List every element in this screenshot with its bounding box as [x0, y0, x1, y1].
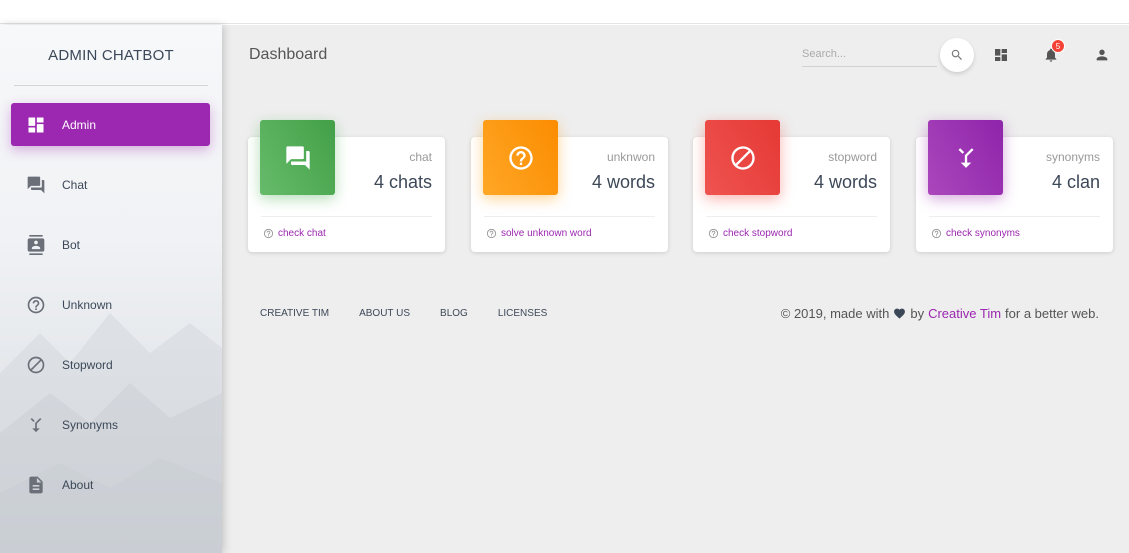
help-circle-icon	[263, 228, 274, 239]
footer-link-licenses[interactable]: LICENSES	[498, 308, 547, 319]
page-footer: CREATIVE TIM ABOUT US BLOG LICENSES © 20…	[222, 305, 1129, 325]
copyright-by: by	[910, 306, 925, 321]
card-divider	[261, 216, 432, 217]
dashboard-icon	[26, 115, 46, 135]
navbar: Dashboard 5	[222, 25, 1129, 85]
help-circle-icon	[26, 295, 46, 315]
card-footer-text[interactable]: check synonyms	[946, 228, 1020, 239]
card-footer-link[interactable]: solve unknown word	[486, 228, 592, 239]
card-category: stopword	[828, 150, 877, 164]
card-footer-text[interactable]: check chat	[278, 228, 326, 239]
card-icon-box	[705, 120, 780, 195]
block-icon	[730, 145, 755, 170]
card-icon-box	[928, 120, 1003, 195]
copyright: © 2019, made with by Creative Tim for a …	[781, 306, 1099, 321]
contact-card-icon	[26, 234, 46, 255]
sidebar-item-unknown[interactable]: Unknown	[11, 283, 210, 326]
footer-link-blog[interactable]: BLOG	[440, 308, 468, 319]
document-icon	[26, 475, 46, 495]
sidebar-item-bot[interactable]: Bot	[11, 223, 210, 266]
dashboard-icon	[995, 49, 1007, 61]
card-footer-link[interactable]: check stopword	[708, 228, 792, 239]
search-button[interactable]	[940, 38, 974, 72]
chat-icon	[26, 175, 46, 195]
sidebar-item-label: Stopword	[62, 357, 113, 372]
notifications-button[interactable]: 5	[1041, 39, 1065, 65]
card-icon-box	[483, 120, 558, 195]
card-category: synonyms	[1045, 150, 1100, 164]
help-circle-icon	[508, 145, 533, 170]
card-value: 4 clan	[1051, 172, 1100, 192]
sidebar-item-synonyms[interactable]: Synonyms	[11, 403, 210, 446]
card-footer-text[interactable]: check stopword	[723, 228, 792, 239]
browser-top-strip	[0, 0, 1129, 24]
sidebar-item-label: Admin	[62, 117, 97, 132]
card-footer-link[interactable]: check chat	[263, 228, 326, 239]
card-divider	[484, 216, 655, 217]
sidebar-item-label: Unknown	[62, 297, 113, 312]
card-value: 4 words	[813, 172, 877, 192]
stat-card-unknown: unknwon 4 words solve unknown word	[471, 120, 668, 252]
copyright-suffix: for a better web.	[1005, 306, 1099, 321]
stat-card-synonyms: synonyms 4 clan check synonyms	[916, 120, 1113, 252]
forum-icon	[285, 145, 310, 170]
help-circle-icon	[486, 228, 497, 239]
help-circle-icon	[931, 228, 942, 239]
sidebar-item-label: About	[62, 477, 94, 492]
search-field	[802, 43, 937, 67]
card-value: 4 chats	[373, 172, 432, 192]
card-divider	[706, 216, 877, 217]
card-footer-text[interactable]: solve unknown word	[501, 228, 592, 239]
person-icon	[1096, 49, 1108, 61]
card-icon-box	[260, 120, 335, 195]
merge-icon	[958, 147, 973, 168]
notification-badge: 5	[1051, 39, 1065, 53]
sidebar-item-chat[interactable]: Chat	[11, 163, 210, 206]
page-title[interactable]: Dashboard	[249, 46, 327, 64]
merge-icon	[26, 415, 46, 435]
sidebar-item-about[interactable]: About	[11, 463, 210, 506]
footer-link-about-us[interactable]: ABOUT US	[359, 308, 410, 319]
footer-link-creative-tim[interactable]: CREATIVE TIM	[260, 308, 329, 319]
block-icon	[26, 355, 46, 375]
stat-card-stopword: stopword 4 words check stopword	[693, 120, 890, 252]
sidebar-item-label: Bot	[62, 237, 81, 252]
heart-icon	[894, 308, 906, 319]
card-category: chat	[409, 150, 432, 164]
dashboard-button[interactable]	[991, 45, 1011, 65]
stat-card-chat: chat 4 chats check chat	[248, 120, 445, 252]
sidebar-item-label: Chat	[62, 177, 88, 192]
footer-links: CREATIVE TIM ABOUT US BLOG LICENSES	[260, 308, 577, 319]
card-divider	[929, 216, 1100, 217]
sidebar-item-label: Synonyms	[62, 417, 119, 432]
search-input[interactable]	[802, 43, 937, 65]
sidebar-nav: Admin Chat Bot Unknown Stopword Synonyms…	[0, 86, 222, 506]
sidebar: ADMIN CHATBOT Admin Chat Bot Unknown Sto…	[0, 25, 222, 553]
user-button[interactable]	[1092, 45, 1112, 65]
sidebar-item-admin[interactable]: Admin	[11, 103, 210, 146]
search-icon	[951, 49, 962, 60]
main-panel: Dashboard 5 chat 4 chats check chat	[222, 25, 1129, 553]
card-category: unknwon	[606, 150, 655, 164]
help-circle-icon	[708, 228, 719, 239]
sidebar-item-stopword[interactable]: Stopword	[11, 343, 210, 386]
copyright-prefix: © 2019, made with	[780, 306, 890, 321]
sidebar-brand[interactable]: ADMIN CHATBOT	[0, 25, 222, 85]
card-footer-link[interactable]: check synonyms	[931, 228, 1020, 239]
card-value: 4 words	[591, 172, 655, 192]
copyright-brand-link[interactable]: Creative Tim	[928, 306, 1001, 321]
